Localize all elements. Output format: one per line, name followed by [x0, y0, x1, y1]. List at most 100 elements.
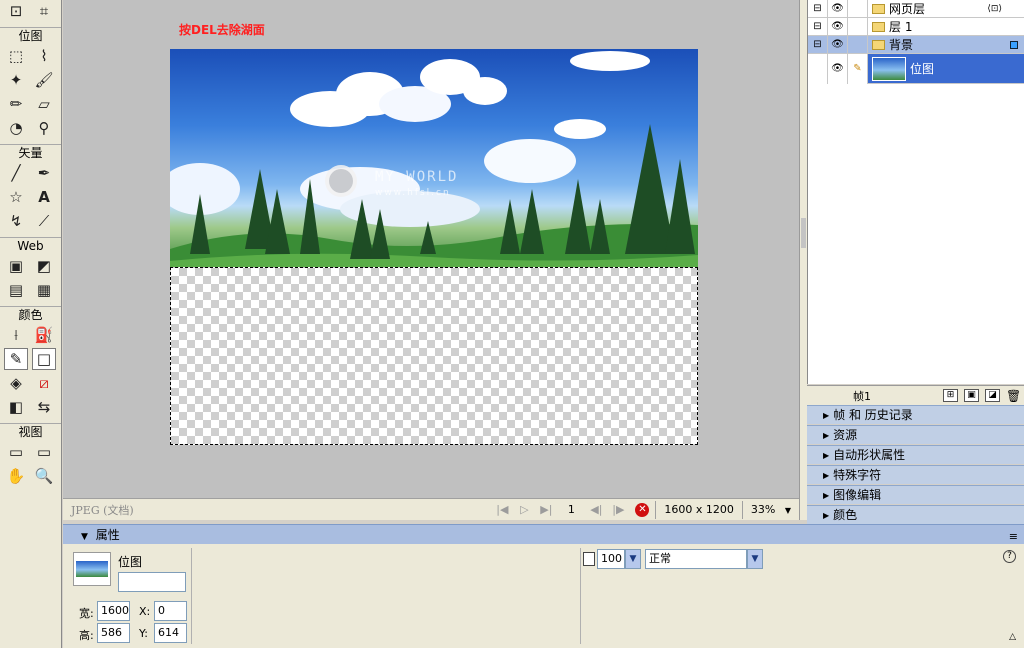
opacity-icon	[583, 552, 595, 566]
spacer-cell	[808, 53, 828, 84]
x-input[interactable]: 0	[154, 601, 187, 621]
properties-header[interactable]: ▼ 属性 ≡	[63, 524, 1024, 544]
watermark-logo-icon	[325, 165, 357, 197]
watermark-text: MY WORLD	[375, 169, 459, 185]
hide-hotspots-icon[interactable]: ▤	[4, 279, 28, 301]
fill-color-swatch[interactable]: □	[32, 348, 56, 370]
blur-tool-icon[interactable]: ◔	[4, 117, 28, 139]
height-label: 高:	[79, 629, 94, 642]
document-workspace[interactable]: 按DEL去除湖面 MY WORLD www.hfsl.cn	[63, 0, 799, 498]
opacity-input[interactable]: 100	[597, 549, 625, 569]
shape-tool-icon[interactable]: ☆	[4, 186, 28, 208]
lock-cell[interactable]	[848, 35, 868, 54]
height-input[interactable]: 586	[97, 623, 130, 643]
freeform-tool-icon[interactable]: ↯	[4, 210, 28, 232]
layer-row[interactable]: ⊟ 👁 网页层 ⟨⊡⟩	[808, 0, 1024, 18]
lock-cell[interactable]	[848, 0, 868, 18]
collapse-icon[interactable]: ⊟	[808, 0, 828, 18]
layer-row[interactable]: ⊟ 👁 层 1	[808, 17, 1024, 36]
object-name: 位图	[910, 62, 935, 76]
eye-icon[interactable]: 👁	[828, 53, 848, 84]
scale-tool-icon[interactable]: ⊡	[4, 0, 28, 22]
width-input[interactable]: 1600	[97, 601, 130, 621]
trash-icon[interactable]: 🗑	[1006, 389, 1021, 403]
hand-tool-icon[interactable]: ✋	[4, 465, 28, 487]
swap-colors-icon[interactable]: ⇆	[32, 396, 56, 418]
paint-bucket-tool-icon[interactable]: ⛽	[32, 324, 56, 346]
default-colors-icon[interactable]: ◧	[4, 396, 28, 418]
rubber-stamp-tool-icon[interactable]: ⚲	[32, 117, 56, 139]
new-bitmap-icon[interactable]: ▣	[964, 389, 979, 402]
y-label: Y:	[139, 627, 148, 640]
add-mask-icon[interactable]: ◪	[985, 389, 1000, 402]
collapse-icon[interactable]: ⊟	[808, 17, 828, 36]
last-frame-icon[interactable]: ▶|	[535, 503, 557, 516]
pencil-tool-icon[interactable]: ✏	[4, 93, 28, 115]
object-thumbnail	[73, 552, 111, 586]
play-icon[interactable]: ▷	[513, 503, 535, 516]
pencil-icon[interactable]: ✎	[848, 53, 868, 84]
stop-icon[interactable]: ✕	[635, 502, 650, 517]
landscape-bitmap[interactable]: MY WORLD www.hfsl.cn	[170, 49, 698, 267]
bitmap-thumbnail	[872, 56, 906, 81]
section-title-vector: 矢量	[0, 144, 61, 160]
layers-panel: ⊟ 👁 网页层 ⟨⊡⟩ ⊟ 👁 层 1 ⊟ 👁 背景 👁 ✎ 位图	[807, 0, 1024, 384]
lasso-tool-icon[interactable]: ⌇	[32, 45, 56, 67]
blend-mode-dropdown-icon[interactable]: ▼	[747, 549, 763, 569]
document-canvas[interactable]: MY WORLD www.hfsl.cn	[170, 49, 698, 445]
zoom-tool-icon[interactable]: 🔍	[32, 465, 56, 487]
panel-colors[interactable]: 颜色	[807, 505, 1024, 524]
collapse-icon[interactable]: ⊟	[808, 35, 828, 54]
layer-row-selected[interactable]: ⊟ 👁 背景	[808, 35, 1024, 54]
eraser-tool-icon[interactable]: ▱	[32, 93, 56, 115]
text-tool-icon[interactable]: A	[32, 186, 56, 208]
help-icon[interactable]: ?	[1003, 550, 1016, 563]
standard-screen-icon[interactable]: ▭	[4, 441, 28, 463]
section-title-view: 视图	[0, 423, 61, 439]
expand-panel-icon[interactable]: △	[1009, 632, 1016, 642]
marquee-tool-icon[interactable]: ⬚	[4, 45, 28, 67]
chevron-down-icon: ▼	[784, 505, 791, 515]
slice-tool-icon[interactable]: ◩	[32, 255, 56, 277]
opacity-dropdown-icon[interactable]: ▼	[625, 549, 641, 569]
document-dimensions[interactable]: 1600 x 1200	[655, 500, 742, 519]
previous-frame-icon[interactable]: ◀|	[585, 503, 607, 516]
magic-wand-tool-icon[interactable]: ✦	[4, 69, 28, 91]
eye-icon[interactable]: 👁	[828, 17, 848, 36]
pen-tool-icon[interactable]: ✒	[32, 162, 56, 184]
first-frame-icon[interactable]: |◀	[491, 503, 513, 516]
eye-icon[interactable]: 👁	[828, 35, 848, 54]
fill-color-icon[interactable]: ◈	[4, 372, 28, 394]
panel-image-edit[interactable]: 图像编辑	[807, 485, 1024, 504]
show-hotspots-icon[interactable]: ▦	[32, 279, 56, 301]
current-frame-number: 1	[567, 503, 575, 516]
panel-assets[interactable]: 资源	[807, 425, 1024, 444]
full-screen-menu-icon[interactable]: ▭	[32, 441, 56, 463]
panel-splitter[interactable]	[799, 0, 807, 520]
crop-tool-icon[interactable]: ⌗	[32, 0, 56, 22]
splitter-grip[interactable]	[801, 218, 806, 248]
y-input[interactable]: 614	[154, 623, 187, 643]
panel-special-characters[interactable]: 特殊字符	[807, 465, 1024, 484]
hotspot-tool-icon[interactable]: ▣	[4, 255, 28, 277]
zoom-level-dropdown[interactable]: 33% ▼	[741, 500, 799, 519]
collapse-triangle-icon[interactable]: ▼	[81, 532, 88, 542]
object-name-input[interactable]	[118, 572, 186, 592]
panel-frames-history[interactable]: 帧 和 历史记录	[807, 405, 1024, 424]
transparent-selection-area[interactable]	[170, 267, 698, 445]
panel-auto-shape-properties[interactable]: 自动形状属性	[807, 445, 1024, 464]
new-sublayer-icon[interactable]: ⊞	[943, 389, 958, 402]
next-frame-icon[interactable]: |▶	[607, 503, 629, 516]
object-row-selected[interactable]: 👁 ✎ 位图	[808, 53, 1024, 84]
brush-tool-icon[interactable]: 🖌	[32, 69, 56, 91]
stroke-color-swatch[interactable]: ✎	[4, 348, 28, 370]
line-tool-icon[interactable]: ╱	[4, 162, 28, 184]
eye-icon[interactable]: 👁	[828, 0, 848, 18]
knife-tool-icon[interactable]: ⟋	[32, 210, 56, 232]
lock-cell[interactable]	[848, 17, 868, 36]
eyedropper-tool-icon[interactable]: ⟊	[4, 324, 28, 346]
no-stroke-icon[interactable]: ⧄	[32, 372, 56, 394]
canvas-hint-text: 按DEL去除湖面	[179, 23, 265, 37]
blend-mode-select[interactable]: 正常	[645, 549, 747, 569]
x-label: X:	[139, 605, 151, 618]
